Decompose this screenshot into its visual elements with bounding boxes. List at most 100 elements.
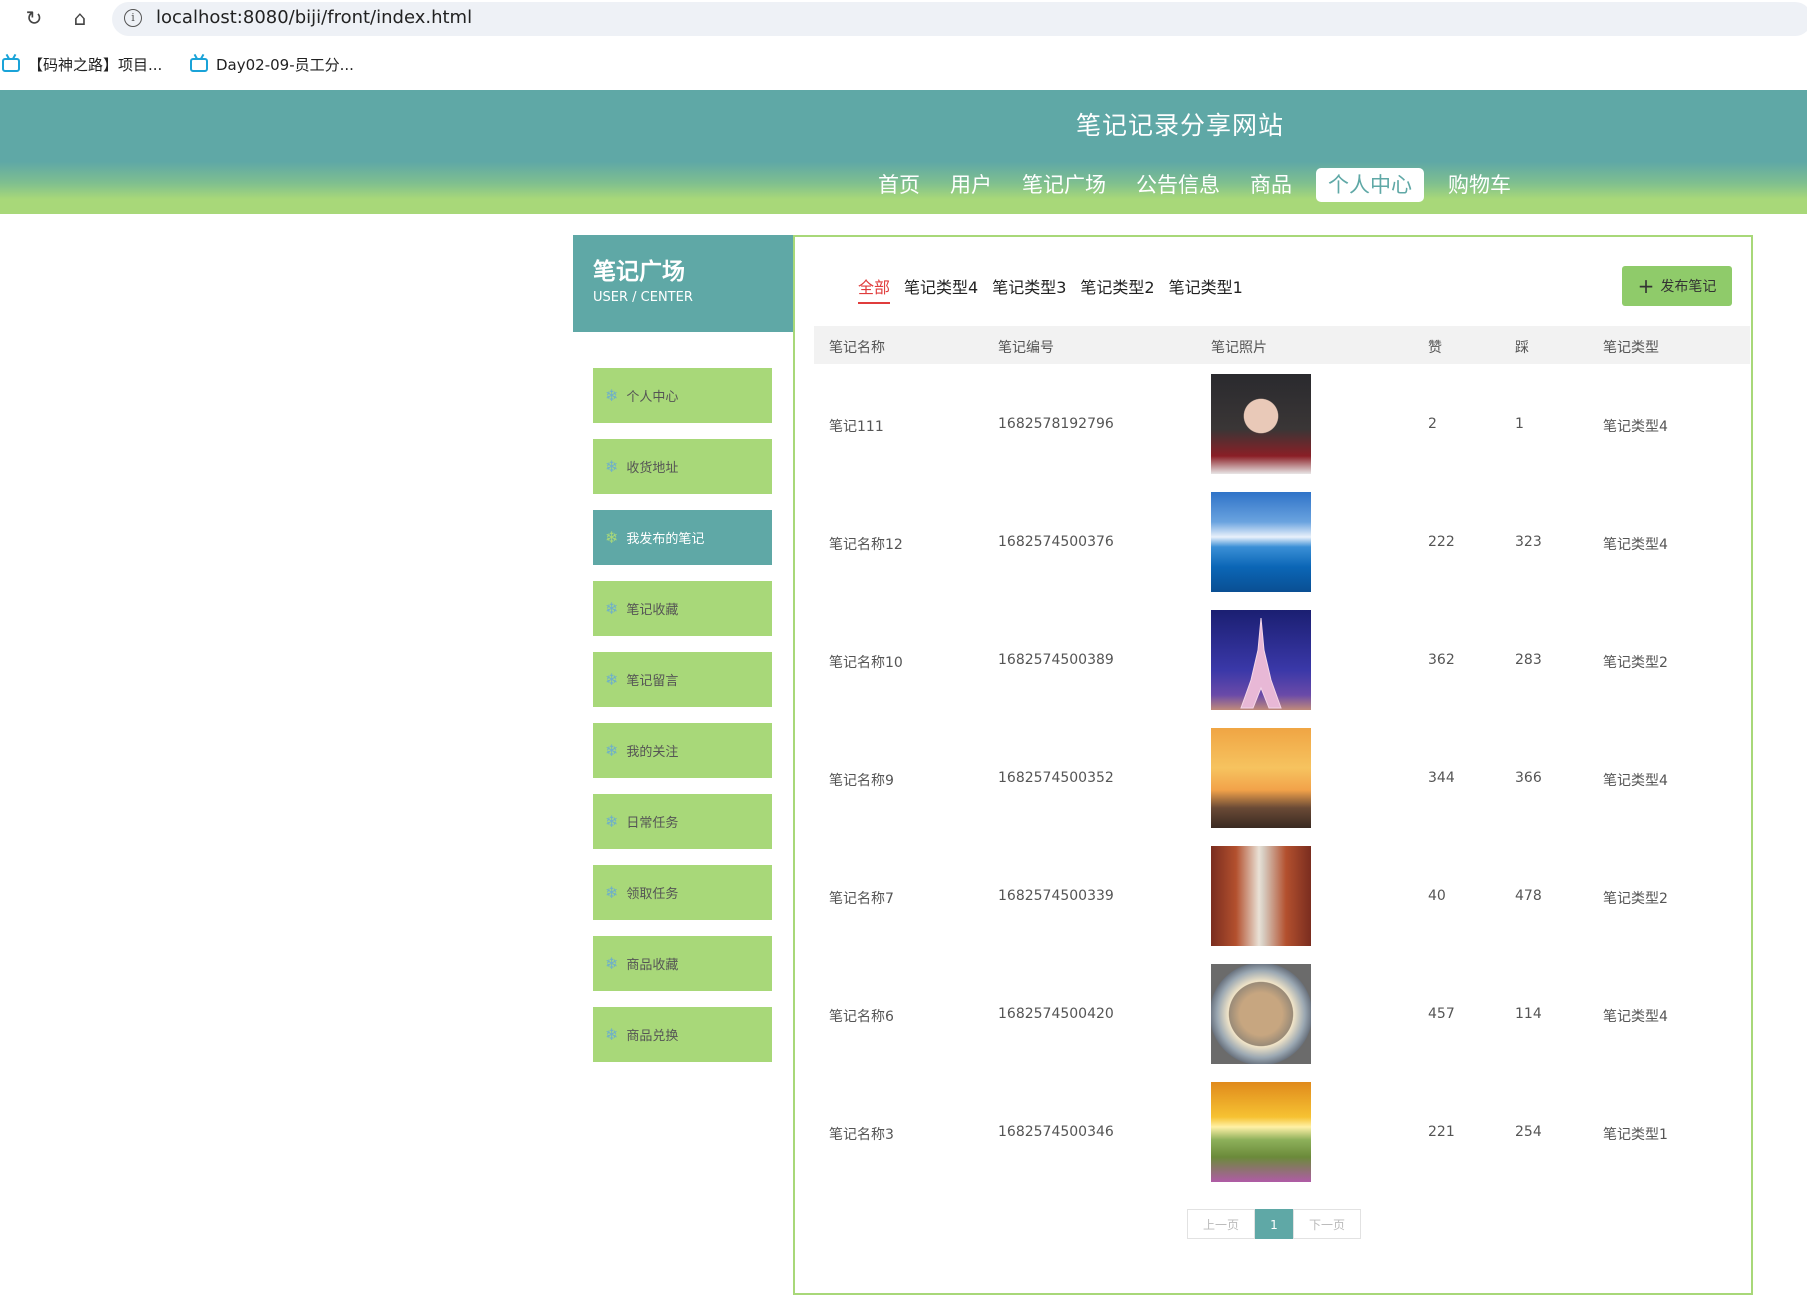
publish-note-label: 发布笔记 (1660, 279, 1717, 295)
note-photo[interactable] (1211, 1082, 1311, 1182)
page-number-button[interactable]: 1 (1255, 1209, 1293, 1239)
like-count: 457 (1428, 1006, 1455, 1022)
note-name: 笔记名称9 (829, 773, 894, 789)
sidebar-item-product-exchange[interactable]: ❄ 商品兑换 (593, 1007, 772, 1062)
column-header-photo: 笔记照片 (1211, 340, 1267, 356)
like-count: 40 (1428, 888, 1446, 904)
sidebar-item-my-notes[interactable]: ❄ 我发布的笔记 (593, 510, 772, 565)
snowflake-icon: ❄ (605, 741, 619, 760)
dislike-count: 323 (1515, 534, 1542, 550)
nav-users[interactable]: 用户 (938, 168, 1004, 202)
sidebar-item-label: 我的关注 (626, 745, 679, 760)
sidebar-title: 笔记广场 (593, 259, 685, 285)
pagination: 上一页 1 下一页 (1187, 1209, 1361, 1239)
note-type: 笔记类型1 (1603, 1127, 1668, 1143)
sidebar-item-address[interactable]: ❄ 收货地址 (593, 439, 772, 494)
bookmark-item[interactable]: 【码神之路】项目... (2, 54, 162, 75)
column-header-dislike: 踩 (1515, 340, 1529, 356)
bookmark-label: Day02-09-员工分... (216, 56, 354, 74)
sidebar-item-label: 笔记留言 (626, 674, 679, 689)
note-name: 笔记名称12 (829, 537, 903, 553)
sidebar-item-note-favorites[interactable]: ❄ 笔记收藏 (593, 581, 772, 636)
note-photo[interactable] (1211, 610, 1311, 710)
bookmark-label: 【码神之路】项目... (28, 56, 163, 74)
snowflake-icon: ❄ (605, 386, 619, 405)
column-header-like: 赞 (1428, 340, 1442, 356)
nav-products[interactable]: 商品 (1238, 168, 1304, 202)
bilibili-icon (2, 57, 20, 72)
snowflake-icon: ❄ (605, 670, 619, 689)
tab-type3[interactable]: 笔记类型3 (992, 274, 1066, 304)
tab-type4[interactable]: 笔记类型4 (904, 274, 978, 304)
note-name: 笔记名称10 (829, 655, 903, 671)
type-tabs: 全部 笔记类型4 笔记类型3 笔记类型2 笔记类型1 (858, 274, 1243, 304)
dislike-count: 478 (1515, 888, 1542, 904)
dislike-count: 283 (1515, 652, 1542, 668)
sidebar-item-note-comments[interactable]: ❄ 笔记留言 (593, 652, 772, 707)
nav-announcements[interactable]: 公告信息 (1124, 168, 1232, 202)
note-photo[interactable] (1211, 492, 1311, 592)
note-type: 笔记类型4 (1603, 419, 1668, 435)
note-photo[interactable] (1211, 846, 1311, 946)
nav-cart[interactable]: 购物车 (1436, 168, 1523, 202)
snowflake-icon: ❄ (605, 954, 619, 973)
sidebar-item-label: 领取任务 (626, 887, 679, 902)
prev-page-button[interactable]: 上一页 (1187, 1209, 1255, 1239)
sidebar-item-following[interactable]: ❄ 我的关注 (593, 723, 772, 778)
note-photo[interactable] (1211, 374, 1311, 474)
sidebar-item-daily-tasks[interactable]: ❄ 日常任务 (593, 794, 772, 849)
sidebar-subtitle: USER / CENTER (593, 290, 693, 305)
sidebar-item-label: 我发布的笔记 (626, 532, 705, 547)
snowflake-icon: ❄ (605, 812, 619, 831)
column-header-id: 笔记编号 (998, 340, 1054, 356)
site-info-icon[interactable]: i (124, 9, 142, 27)
tab-type1[interactable]: 笔记类型1 (1169, 274, 1243, 304)
note-type: 笔记类型2 (1603, 891, 1668, 907)
sidebar-item-label: 笔记收藏 (626, 603, 679, 618)
column-header-type: 笔记类型 (1603, 340, 1659, 356)
bookmark-item[interactable]: Day02-09-员工分... (190, 54, 354, 75)
sidebar-item-product-favorites[interactable]: ❄ 商品收藏 (593, 936, 772, 991)
dislike-count: 366 (1515, 770, 1542, 786)
like-count: 362 (1428, 652, 1455, 668)
note-id: 1682574500389 (998, 652, 1114, 668)
reload-icon[interactable]: ↻ (22, 6, 46, 30)
note-id: 1682574500352 (998, 770, 1114, 786)
sidebar-item-personal-center[interactable]: ❄ 个人中心 (593, 368, 772, 423)
nav-personal-center[interactable]: 个人中心 (1316, 168, 1424, 202)
note-type: 笔记类型4 (1603, 537, 1668, 553)
snowflake-icon: ❄ (605, 1025, 619, 1044)
sidebar-item-label: 商品收藏 (626, 958, 679, 973)
nav-note-square[interactable]: 笔记广场 (1010, 168, 1118, 202)
sidebar-item-label: 日常任务 (626, 816, 679, 831)
note-name: 笔记名称7 (829, 891, 894, 907)
snowflake-icon: ❄ (605, 599, 619, 618)
url-text[interactable]: localhost:8080/biji/front/index.html (156, 7, 472, 28)
plus-icon: + (1637, 274, 1655, 298)
note-id: 1682574500420 (998, 1006, 1114, 1022)
tab-type2[interactable]: 笔记类型2 (1080, 274, 1154, 304)
sidebar-item-claim-tasks[interactable]: ❄ 领取任务 (593, 865, 772, 920)
next-page-button[interactable]: 下一页 (1293, 1209, 1361, 1239)
sidebar-item-label: 商品兑换 (626, 1029, 679, 1044)
note-id: 1682574500339 (998, 888, 1114, 904)
dislike-count: 1 (1515, 416, 1524, 432)
bilibili-icon (190, 57, 208, 72)
tab-all[interactable]: 全部 (858, 274, 891, 304)
note-id: 1682574500346 (998, 1124, 1114, 1140)
snowflake-icon: ❄ (605, 457, 619, 476)
publish-note-button[interactable]: + 发布笔记 (1622, 266, 1732, 306)
note-id: 1682578192796 (998, 416, 1114, 432)
sidebar-item-label: 个人中心 (626, 390, 679, 405)
note-photo[interactable] (1211, 964, 1311, 1064)
column-header-name: 笔记名称 (829, 340, 885, 356)
like-count: 222 (1428, 534, 1455, 550)
dislike-count: 254 (1515, 1124, 1542, 1140)
site-title: 笔记记录分享网站 (1076, 111, 1285, 140)
like-count: 2 (1428, 416, 1437, 432)
home-icon[interactable]: ⌂ (68, 6, 92, 30)
nav-home[interactable]: 首页 (866, 168, 932, 202)
note-name: 笔记111 (829, 419, 884, 435)
sidebar-item-label: 收货地址 (626, 461, 679, 476)
note-photo[interactable] (1211, 728, 1311, 828)
